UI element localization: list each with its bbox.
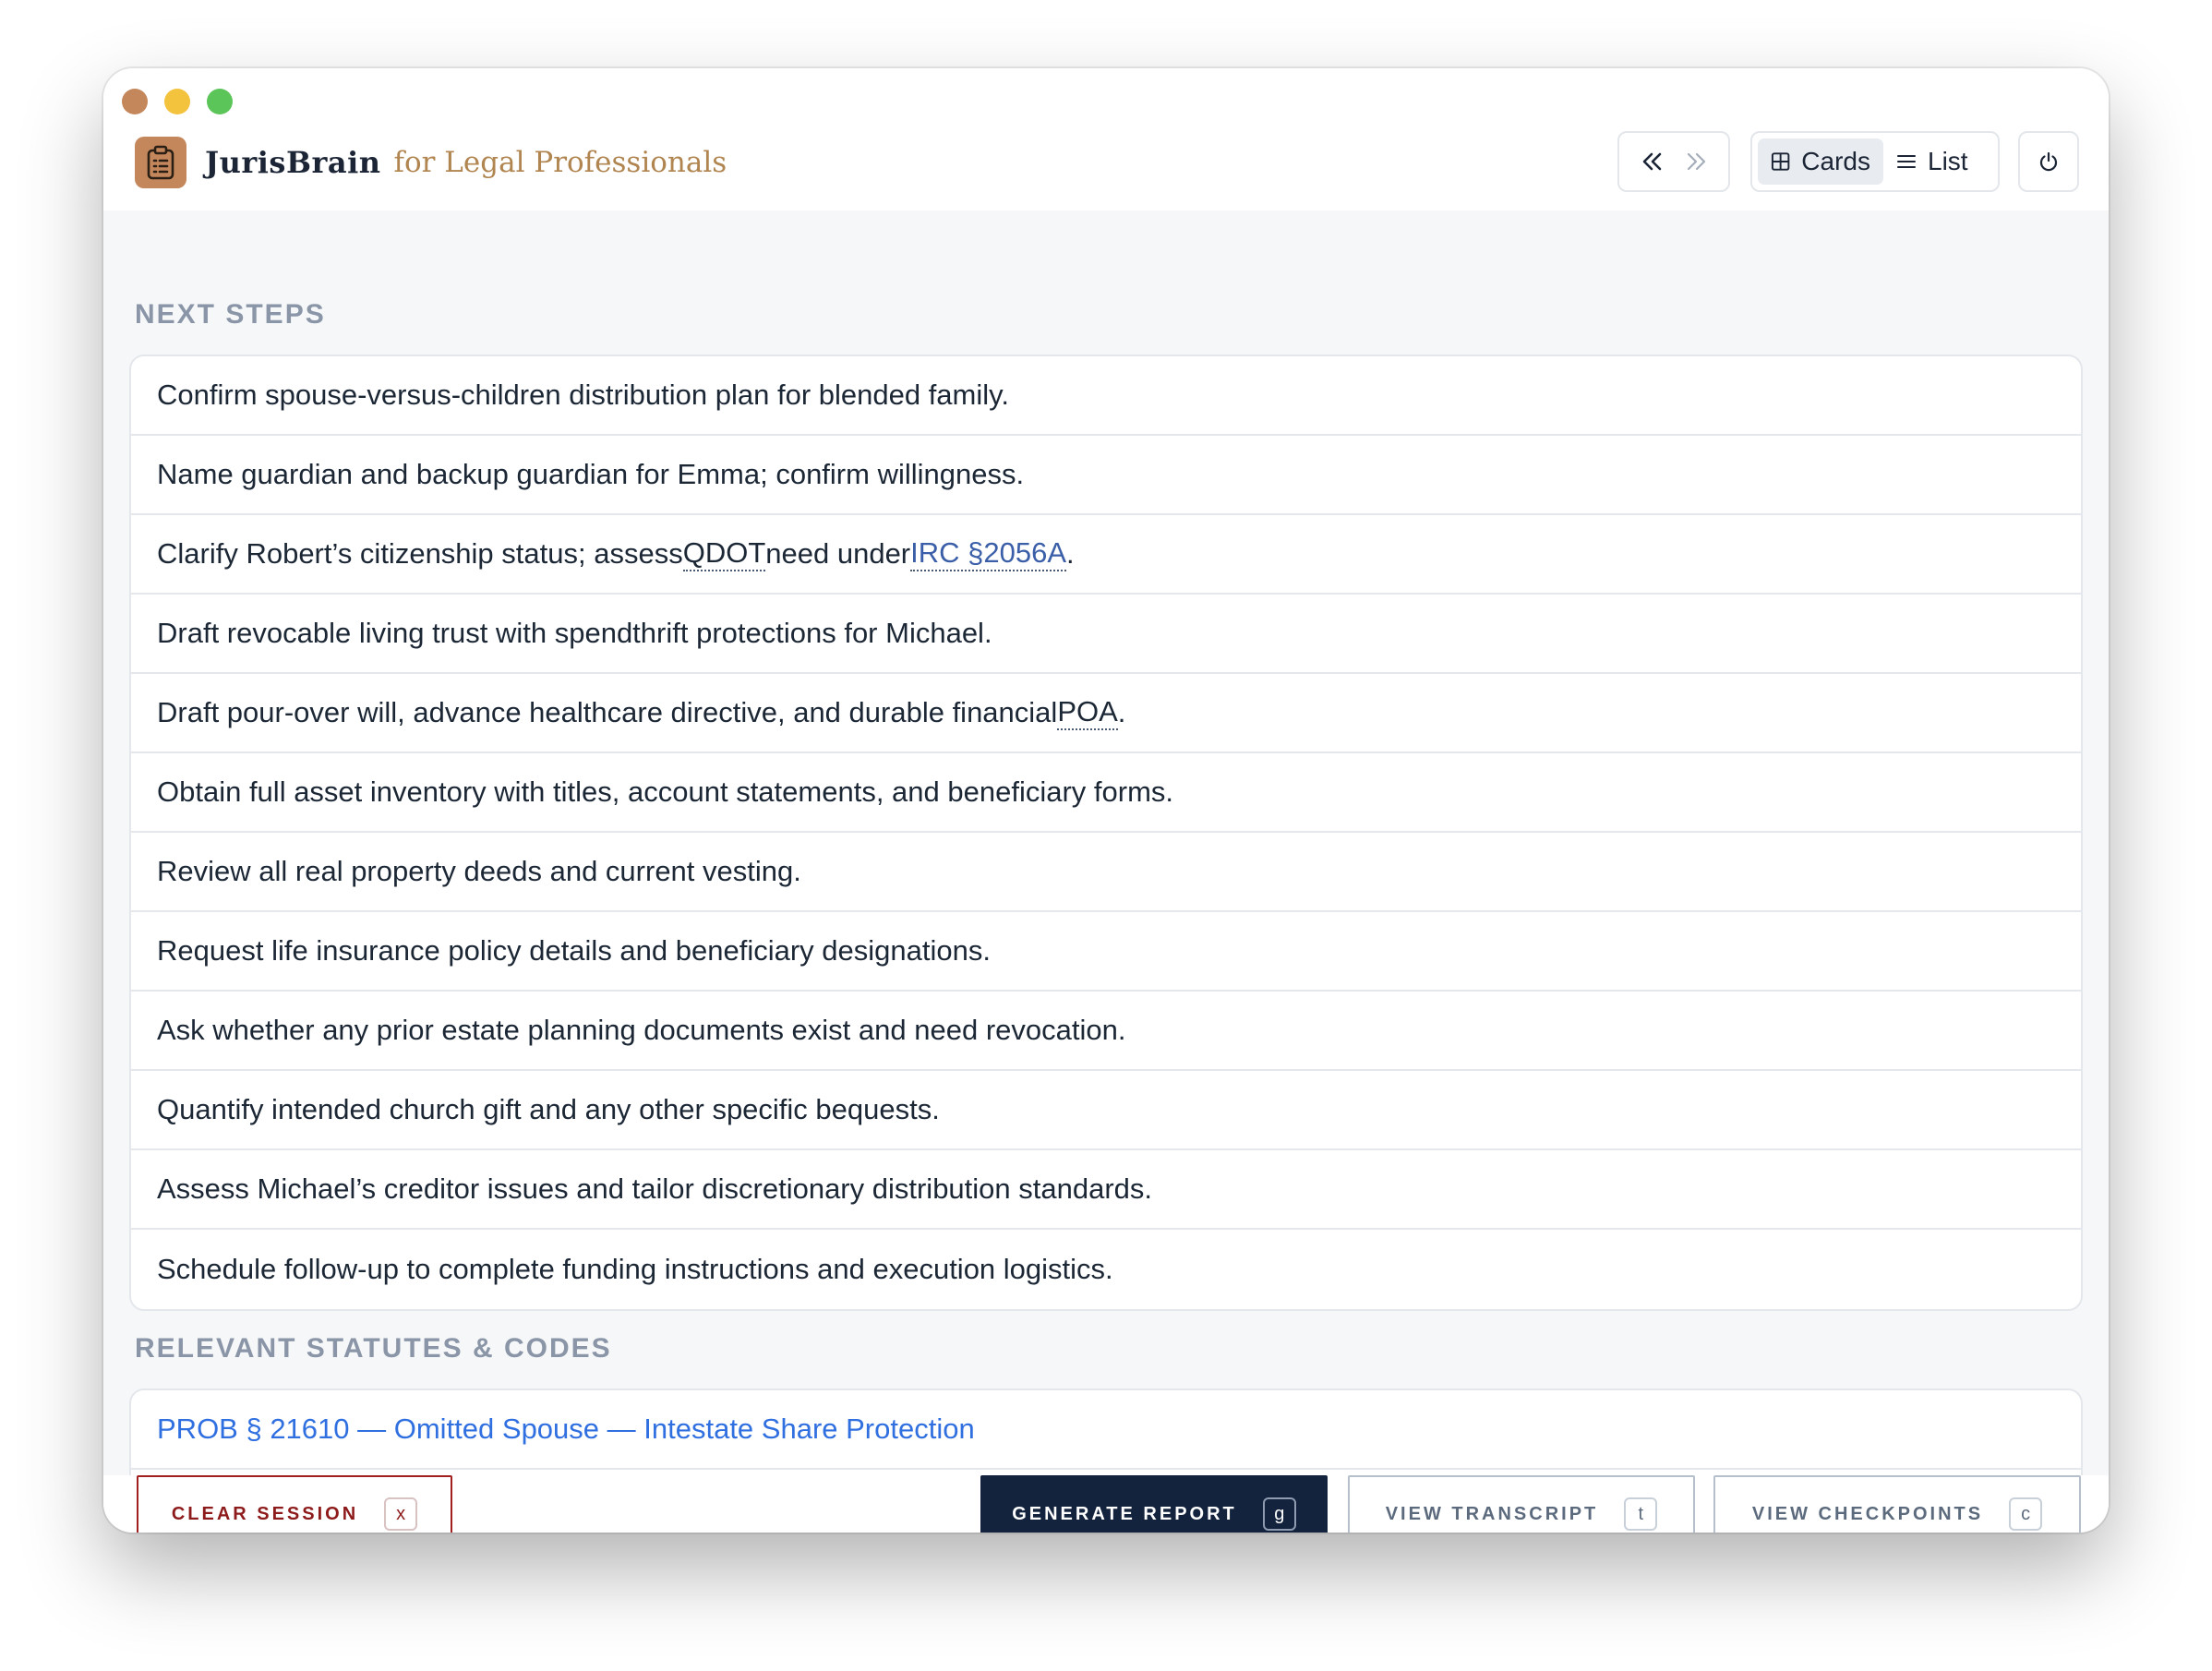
list-item: Obtain full asset inventory with titles,… [131, 753, 2081, 833]
history-navigation [1617, 131, 1730, 192]
action-bar: CLEAR SESSION x GENERATE REPORT g VIEW T… [103, 1475, 2109, 1533]
generate-report-button[interactable]: GENERATE REPORT g [980, 1475, 1328, 1533]
chevrons-left-icon[interactable] [1634, 143, 1671, 180]
list-item: Draft revocable living trust with spendt… [131, 595, 2081, 674]
statute-link[interactable]: PROB § 21610 — Omitted Spouse — Intestat… [157, 1413, 975, 1446]
power-button[interactable] [2018, 131, 2079, 192]
chevrons-right-icon[interactable] [1677, 143, 1714, 180]
power-icon [2039, 151, 2058, 172]
list-icon [1897, 155, 1916, 168]
shortcut-key: c [2009, 1497, 2043, 1531]
list-item: Draft pour-over will, advance healthcare… [131, 674, 2081, 753]
list-item: Clarify Robert’s citizenship status; ass… [131, 515, 2081, 595]
view-transcript-button[interactable]: VIEW TRANSCRIPT t [1348, 1475, 1695, 1533]
shortcut-key: x [384, 1497, 418, 1531]
list-view-label: List [1928, 147, 1968, 175]
statutes-heading: RELEVANT STATUTES & CODES [135, 1333, 612, 1364]
minimize-window-button[interactable] [164, 89, 190, 114]
list-item: Ask whether any prior estate planning do… [131, 992, 2081, 1071]
list-item: Assess Michael’s creditor issues and tai… [131, 1150, 2081, 1230]
app-tagline: for Legal Professionals [393, 146, 727, 179]
maximize-window-button[interactable] [207, 89, 233, 114]
list-item: Schedule follow-up to complete funding i… [157, 1253, 1113, 1285]
list-item: Quantify intended church gift and any ot… [131, 1071, 2081, 1150]
poa-abbreviation[interactable]: POA [1057, 695, 1118, 730]
statutes-list: PROB § 21610 — Omitted Spouse — Intestat… [129, 1388, 2083, 1475]
clipboard-icon [135, 137, 186, 188]
main-content: NEXT STEPS Confirm spouse-versus-childre… [103, 210, 2109, 1475]
view-checkpoints-button[interactable]: VIEW CHECKPOINTS c [1713, 1475, 2081, 1533]
close-window-button[interactable] [122, 89, 148, 114]
app-window: JurisBrain for Legal Professionals Cards [103, 68, 2109, 1533]
irc-2056a-abbreviation[interactable]: IRC §2056A [910, 536, 1067, 571]
view-toggle: Cards List [1750, 131, 2000, 192]
window-controls [122, 89, 249, 116]
qdot-abbreviation[interactable]: QDOT [682, 536, 766, 571]
next-steps-list: Confirm spouse-versus-children distribut… [129, 355, 2083, 1311]
list-item: Name guardian and backup guardian for Em… [131, 436, 2081, 515]
list-view-button[interactable]: List [1883, 138, 1981, 185]
cards-view-button[interactable]: Cards [1758, 138, 1883, 185]
list-item: Request life insurance policy details an… [131, 912, 2081, 992]
grid-icon [1771, 152, 1790, 171]
shortcut-key: g [1262, 1497, 1296, 1531]
shortcut-key: t [1624, 1497, 1658, 1531]
list-item: Confirm spouse-versus-children distribut… [131, 356, 2081, 436]
title-bar: JurisBrain for Legal Professionals Cards [103, 68, 2109, 210]
list-item: Review all real property deeds and curre… [131, 833, 2081, 912]
statute-item[interactable]: PROB § 21610 — Omitted Spouse — Intestat… [131, 1390, 2081, 1470]
brand: JurisBrain for Legal Professionals [135, 137, 727, 188]
clear-session-button[interactable]: CLEAR SESSION x [137, 1475, 452, 1533]
cards-view-label: Cards [1801, 147, 1870, 175]
next-steps-heading: NEXT STEPS [135, 299, 326, 330]
app-name: JurisBrain [205, 145, 381, 180]
